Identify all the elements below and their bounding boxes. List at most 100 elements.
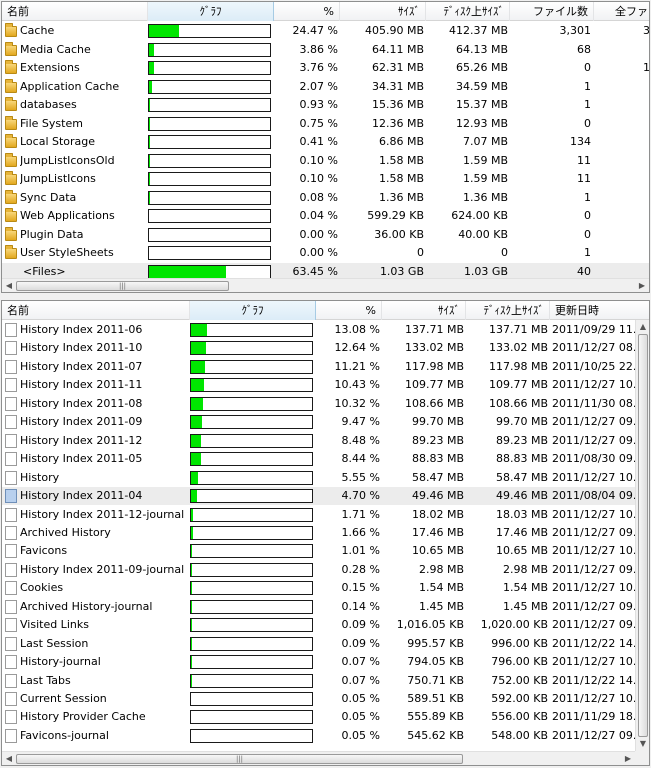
percent-value: 13.08 %: [334, 323, 380, 336]
folder-row[interactable]: File System 0.75 % 12.36 MB 12.93 MB 0: [2, 115, 649, 133]
file-row[interactable]: Favicons 1.01 % 10.65 MB 10.65 MB 2011/12/27…: [2, 542, 649, 560]
scroll-right-icon[interactable]: ▶: [621, 752, 635, 765]
column-header-size[interactable]: ｻｲｽﾞ: [382, 301, 466, 320]
file-row[interactable]: Last Session 0.09 % 995.57 KB 996.00 KB 2011…: [2, 635, 649, 653]
percent-value: 0.28 %: [341, 562, 380, 576]
file-icon: [5, 452, 17, 467]
file-row[interactable]: History Index 2011-08 10.32 % 108.66 MB 108…: [2, 395, 649, 413]
folder-icon: [5, 134, 17, 148]
file-list-pane[interactable]: 名前 ｸﾞﾗﾌ % ｻｲｽﾞ ﾃﾞｨｽｸ上ｻｲｽﾞ 更新日時 History I…: [1, 300, 650, 766]
column-header-percent[interactable]: %: [274, 2, 340, 21]
size-value: 88.83 MB: [411, 452, 464, 466]
file-name: Last Tabs: [20, 673, 71, 687]
usage-bar-fill: [149, 25, 179, 37]
file-count-value: 11: [577, 153, 591, 167]
file-row[interactable]: History Index 2011-10 12.64 % 133.02 MB 133…: [2, 339, 649, 357]
usage-bar: [190, 470, 313, 485]
column-header-graph[interactable]: ｸﾞﾗﾌ: [190, 301, 316, 320]
folder-row[interactable]: databases 0.93 % 15.36 MB 15.37 MB 1: [2, 96, 649, 114]
modified-date-value: 2011/12/27 09...: [552, 525, 636, 539]
scroll-thumb[interactable]: |||: [16, 281, 229, 291]
file-row[interactable]: Last Tabs 0.07 % 750.71 KB 752.00 KB 2011/12…: [2, 672, 649, 690]
folder-row[interactable]: Sync Data 0.08 % 1.36 MB 1.36 MB 1: [2, 189, 649, 207]
folder-list-pane[interactable]: 名前 ｸﾞﾗﾌ % ｻｲｽﾞ ﾃﾞｨｽｸ上ｻｲｽﾞ ファイル数 全ファ Cach…: [1, 1, 650, 293]
column-header-size[interactable]: ｻｲｽﾞ: [340, 2, 426, 21]
modified-date-value: 2011/08/30 09...: [552, 452, 636, 466]
folder-row[interactable]: User StyleSheets 0.00 % 0 0 1: [2, 244, 649, 262]
file-row[interactable]: Visited Links 0.09 % 1,016.05 KB 1,020.00 K…: [2, 616, 649, 634]
size-value: 17.46 MB: [411, 525, 464, 539]
size-value: 62.31 MB: [371, 61, 424, 74]
file-row[interactable]: Archived History 1.66 % 17.46 MB 17.46 MB 20…: [2, 524, 649, 542]
horizontal-scrollbar[interactable]: ◀ ||| ▶: [2, 278, 649, 292]
column-header-name[interactable]: 名前: [2, 2, 148, 21]
modified-date-value: 2011/12/27 09...: [552, 415, 636, 429]
folder-name: Extensions: [20, 61, 80, 74]
column-header-modified[interactable]: 更新日時: [550, 301, 649, 320]
disk-size-value: 796.00 KB: [491, 655, 548, 669]
horizontal-scrollbar[interactable]: ◀ ||| ▶: [2, 751, 635, 765]
file-row[interactable]: History Index 2011-05 8.44 % 88.83 MB 88.83…: [2, 450, 649, 468]
folder-row[interactable]: JumpListIcons 0.10 % 1.58 MB 1.59 MB 11: [2, 170, 649, 188]
file-row[interactable]: Archived History-journal 0.14 % 1.45 MB 1.4…: [2, 598, 649, 616]
scroll-thumb[interactable]: [638, 334, 648, 737]
folder-row[interactable]: Cache 24.47 % 405.90 MB 412.37 MB 3,301 3: [2, 22, 649, 40]
usage-bar-fill: [149, 117, 150, 130]
folder-row[interactable]: Plugin Data 0.00 % 36.00 KB 40.00 KB 0: [2, 226, 649, 244]
column-header-graph[interactable]: ｸﾞﾗﾌ: [148, 2, 274, 21]
column-header-disk-size[interactable]: ﾃﾞｨｽｸ上ｻｲｽﾞ: [466, 301, 550, 320]
folder-row[interactable]: Media Cache 3.86 % 64.11 MB 64.13 MB 68: [2, 41, 649, 59]
column-header-percent[interactable]: %: [316, 301, 382, 320]
file-row[interactable]: Current Session 0.05 % 589.51 KB 592.00 KB 2…: [2, 690, 649, 708]
folder-icon: [5, 97, 17, 111]
file-row[interactable]: History Index 2011-12 8.48 % 89.23 MB 89.23…: [2, 432, 649, 450]
size-value: 1.45 MB: [418, 599, 464, 613]
column-header-total-files[interactable]: 全ファ: [594, 2, 649, 21]
scroll-left-icon[interactable]: ◀: [2, 279, 16, 292]
file-row[interactable]: History Index 2011-04 4.70 % 49.46 MB 49.46…: [2, 487, 649, 506]
column-header-disk-size[interactable]: ﾃﾞｨｽｸ上ｻｲｽﾞ: [426, 2, 510, 21]
file-row[interactable]: History Index 2011-12-journal 1.71 % 18.02…: [2, 506, 649, 524]
vertical-scrollbar[interactable]: ▲ ▼: [635, 320, 649, 751]
folder-row[interactable]: Application Cache 2.07 % 34.31 MB 34.59 MB 1: [2, 78, 649, 96]
file-row[interactable]: History-journal 0.07 % 794.05 KB 796.00 KB 2…: [2, 653, 649, 671]
column-header-name[interactable]: 名前: [2, 301, 190, 320]
size-value: 89.23 MB: [411, 433, 464, 447]
file-count-value: 134: [570, 135, 591, 148]
folder-row[interactable]: Web Applications 0.04 % 599.29 KB 624.00 KB…: [2, 207, 649, 225]
file-row[interactable]: Cookies 0.15 % 1.54 MB 1.54 MB 2011/12/27 10…: [2, 579, 649, 597]
disk-size-value: 1.59 MB: [462, 153, 508, 167]
file-name: History-journal: [20, 655, 101, 669]
file-row[interactable]: History 5.55 % 58.47 MB 58.47 MB 2011/12/27 …: [2, 469, 649, 487]
file-row[interactable]: History Index 2011-11 10.43 % 109.77 MB 109…: [2, 376, 649, 394]
folder-row[interactable]: Local Storage 0.41 % 6.86 MB 7.07 MB 134: [2, 133, 649, 151]
usage-bar: [148, 24, 271, 38]
percent-value: 0.08 %: [299, 190, 338, 204]
percent-value: 0.05 %: [341, 710, 380, 724]
file-row[interactable]: Favicons-journal 0.05 % 545.62 KB 548.00 KB…: [2, 727, 649, 745]
folder-row[interactable]: JumpListIconsOld 0.10 % 1.58 MB 1.59 MB 11: [2, 152, 649, 170]
scroll-left-icon[interactable]: ◀: [2, 752, 16, 765]
folder-icon: [5, 78, 17, 93]
file-icon: [5, 433, 17, 448]
scroll-thumb[interactable]: |||: [16, 754, 463, 764]
modified-date-value: 2011/09/29 11...: [552, 323, 636, 336]
percent-value: 0.41 %: [299, 135, 338, 148]
usage-bar: [148, 172, 271, 186]
scroll-right-icon[interactable]: ▶: [635, 279, 649, 292]
folder-row[interactable]: Extensions 3.76 % 62.31 MB 65.26 MB 0 1: [2, 59, 649, 77]
scroll-down-icon[interactable]: ▼: [636, 737, 649, 751]
disk-size-value: 10.65 MB: [495, 544, 548, 558]
file-row[interactable]: History Index 2011-07 11.21 % 117.98 MB 117…: [2, 358, 649, 376]
scroll-up-icon[interactable]: ▲: [636, 320, 649, 334]
file-row[interactable]: History Index 2011-09-journal 0.28 % 2.98 …: [2, 561, 649, 579]
column-header-file-count[interactable]: ファイル数: [510, 2, 594, 21]
pane-splitter[interactable]: [0, 294, 651, 299]
size-value: 2.98 MB: [418, 562, 464, 576]
file-row[interactable]: History Index 2011-06 13.08 % 137.71 MB 137…: [2, 321, 649, 339]
size-value: 133.02 MB: [404, 341, 464, 355]
disk-size-value: 89.23 MB: [495, 433, 548, 447]
file-row[interactable]: History Provider Cache 0.05 % 555.89 KB 556…: [2, 708, 649, 726]
file-count-value: 0: [584, 61, 591, 74]
file-row[interactable]: History Index 2011-09 9.47 % 99.70 MB 99.70…: [2, 413, 649, 431]
